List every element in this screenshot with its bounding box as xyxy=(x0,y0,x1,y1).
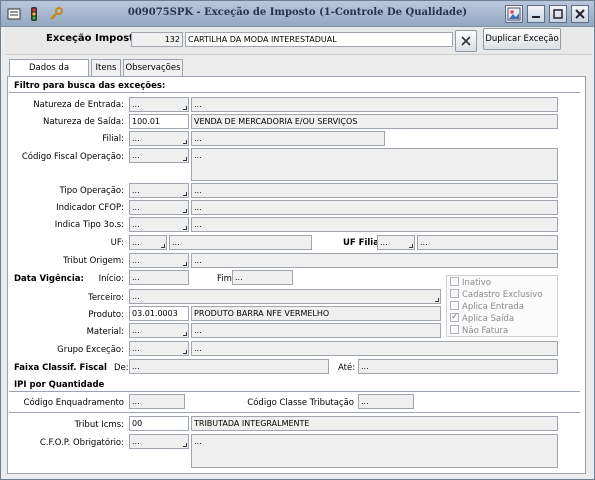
filial-code[interactable]: ... xyxy=(129,131,189,146)
codigo-enquadramento-label: Código Enquadramento xyxy=(23,398,124,408)
tipo-operacao-label: Tipo Operação: xyxy=(59,186,124,196)
cfop-obrigatorio-desc: ... xyxy=(191,434,558,468)
excecao-description-field[interactable]: CARTILHA DA MODA INTERESTADUAL xyxy=(185,32,453,47)
terceiro-label: Terceiro: xyxy=(88,293,124,303)
grupo-excecao-label: Grupo Exceção: xyxy=(57,345,124,355)
terceiro-field[interactable]: ... xyxy=(129,289,441,304)
title-bar: 009075SPK - Exceção de Imposto (1-Contro… xyxy=(1,1,594,27)
inicio-date[interactable]: ... xyxy=(129,270,189,285)
indicador-cfop-desc: ... xyxy=(191,200,558,215)
filial-desc: ... xyxy=(191,131,385,146)
tab-itens[interactable]: Itens xyxy=(91,59,121,77)
aplica-saida-checkbox[interactable]: Aplica Saída xyxy=(450,311,514,325)
tab-observacoes[interactable]: Observações xyxy=(123,59,183,77)
cfop-obrigatorio-label: C.F.O.P. Obrigatório: xyxy=(39,438,124,448)
tribut-origem-code[interactable]: ... xyxy=(129,253,189,268)
cfop-code[interactable]: ... xyxy=(129,148,189,163)
uf-code[interactable]: ... xyxy=(129,235,167,250)
inativo-checkbox[interactable]: Inativo xyxy=(450,277,491,289)
cfop-label: Código Fiscal Operação: xyxy=(21,152,124,162)
material-desc: ... xyxy=(191,323,441,338)
tribut-icms-code[interactable]: 00 xyxy=(129,416,189,431)
close-button[interactable] xyxy=(571,5,589,23)
indica-tipo-label: Indica Tipo 3o.s: xyxy=(54,220,124,230)
indicador-cfop-code[interactable]: ... xyxy=(129,200,189,215)
uf-filial-code[interactable]: ... xyxy=(377,235,415,250)
ipi-section-title: IPI por Quantidade xyxy=(14,380,105,390)
inicio-label: Início: xyxy=(98,274,124,284)
divider xyxy=(9,92,580,93)
codigo-classe-field[interactable]: ... xyxy=(358,394,414,409)
codigo-classe-label: Código Classe Tributação xyxy=(247,398,354,408)
indica-tipo-code[interactable]: ... xyxy=(129,217,189,232)
codigo-enquadramento-field[interactable]: ... xyxy=(129,394,185,409)
excecao-imposto-label: Exceção Imposto xyxy=(46,33,141,44)
de-label: De: xyxy=(114,363,129,373)
fim-label: Fim xyxy=(217,274,232,284)
close-icon xyxy=(461,36,471,46)
tribut-origem-label: Tribut Origem: xyxy=(63,256,124,266)
tribut-origem-desc: ... xyxy=(191,253,558,268)
excecao-code-field[interactable]: 132 xyxy=(131,32,183,47)
natureza-saida-label: Natureza de Saída: xyxy=(43,117,124,127)
cfop-obrigatorio-code[interactable]: ... xyxy=(129,434,189,449)
natureza-entrada-desc: ... xyxy=(191,97,558,112)
divider xyxy=(9,391,580,392)
indicador-cfop-label: Indicador CFOP: xyxy=(56,203,124,213)
fim-date[interactable]: ... xyxy=(232,270,293,285)
grupo-excecao-code[interactable]: ... xyxy=(129,341,189,356)
header: Exceção Imposto 132 CARTILHA DA MODA INT… xyxy=(5,27,592,55)
clear-button[interactable] xyxy=(455,30,477,52)
produto-code[interactable]: 03.01.0003 xyxy=(129,306,189,321)
minimize-button[interactable] xyxy=(527,5,545,23)
tipo-operacao-desc: ... xyxy=(191,183,558,198)
produto-desc: PRODUTO BARRA NFE VERMELHO xyxy=(191,306,441,321)
tribut-icms-desc: TRIBUTADA INTEGRALMENTE xyxy=(191,416,558,431)
maximize-button[interactable] xyxy=(549,5,567,23)
natureza-entrada-label: Natureza de Entrada: xyxy=(33,100,124,110)
natureza-saida-desc: VENDA DE MERCADORIA E/OU SERVIÇOS xyxy=(191,114,558,129)
ate-label: Até: xyxy=(338,363,356,373)
vigencia-section-title: Data Vigência: xyxy=(14,274,84,284)
tipo-operacao-code[interactable]: ... xyxy=(129,183,189,198)
material-label: Material: xyxy=(86,327,124,337)
divider xyxy=(9,412,580,413)
filtro-section-title: Filtro para busca das exceções: xyxy=(14,81,166,91)
indica-tipo-desc: ... xyxy=(191,217,558,232)
material-code[interactable]: ... xyxy=(129,323,189,338)
window: 009075SPK - Exceção de Imposto (1-Contro… xyxy=(0,0,595,480)
aplica-entrada-checkbox[interactable]: Aplica Entrada xyxy=(450,301,524,313)
duplicate-exception-button[interactable]: Duplicar Exceção xyxy=(483,28,561,50)
filial-label: Filial: xyxy=(102,134,124,144)
uf-desc: ... xyxy=(169,235,312,250)
produto-label: Produto: xyxy=(88,310,124,320)
faixa-ate-field[interactable]: ... xyxy=(358,359,558,374)
tribut-icms-label: Tribut Icms: xyxy=(74,420,124,430)
nao-fatura-checkbox[interactable]: Não Fatura xyxy=(450,325,508,337)
image-icon[interactable] xyxy=(505,5,523,23)
cadastro-exclusivo-checkbox[interactable]: Cadastro Exclusivo xyxy=(450,289,542,301)
cfop-desc: ... xyxy=(191,148,558,181)
faixa-de-field[interactable]: ... xyxy=(129,359,329,374)
grupo-excecao-desc: ... xyxy=(191,341,558,356)
uf-filial-desc: ... xyxy=(417,235,558,250)
natureza-saida-code[interactable]: 100.01 xyxy=(129,114,189,129)
uf-label: UF: xyxy=(110,238,124,248)
natureza-entrada-code[interactable]: ... xyxy=(129,97,189,112)
faixa-section-title: Faixa Classif. Fiscal xyxy=(14,363,107,373)
